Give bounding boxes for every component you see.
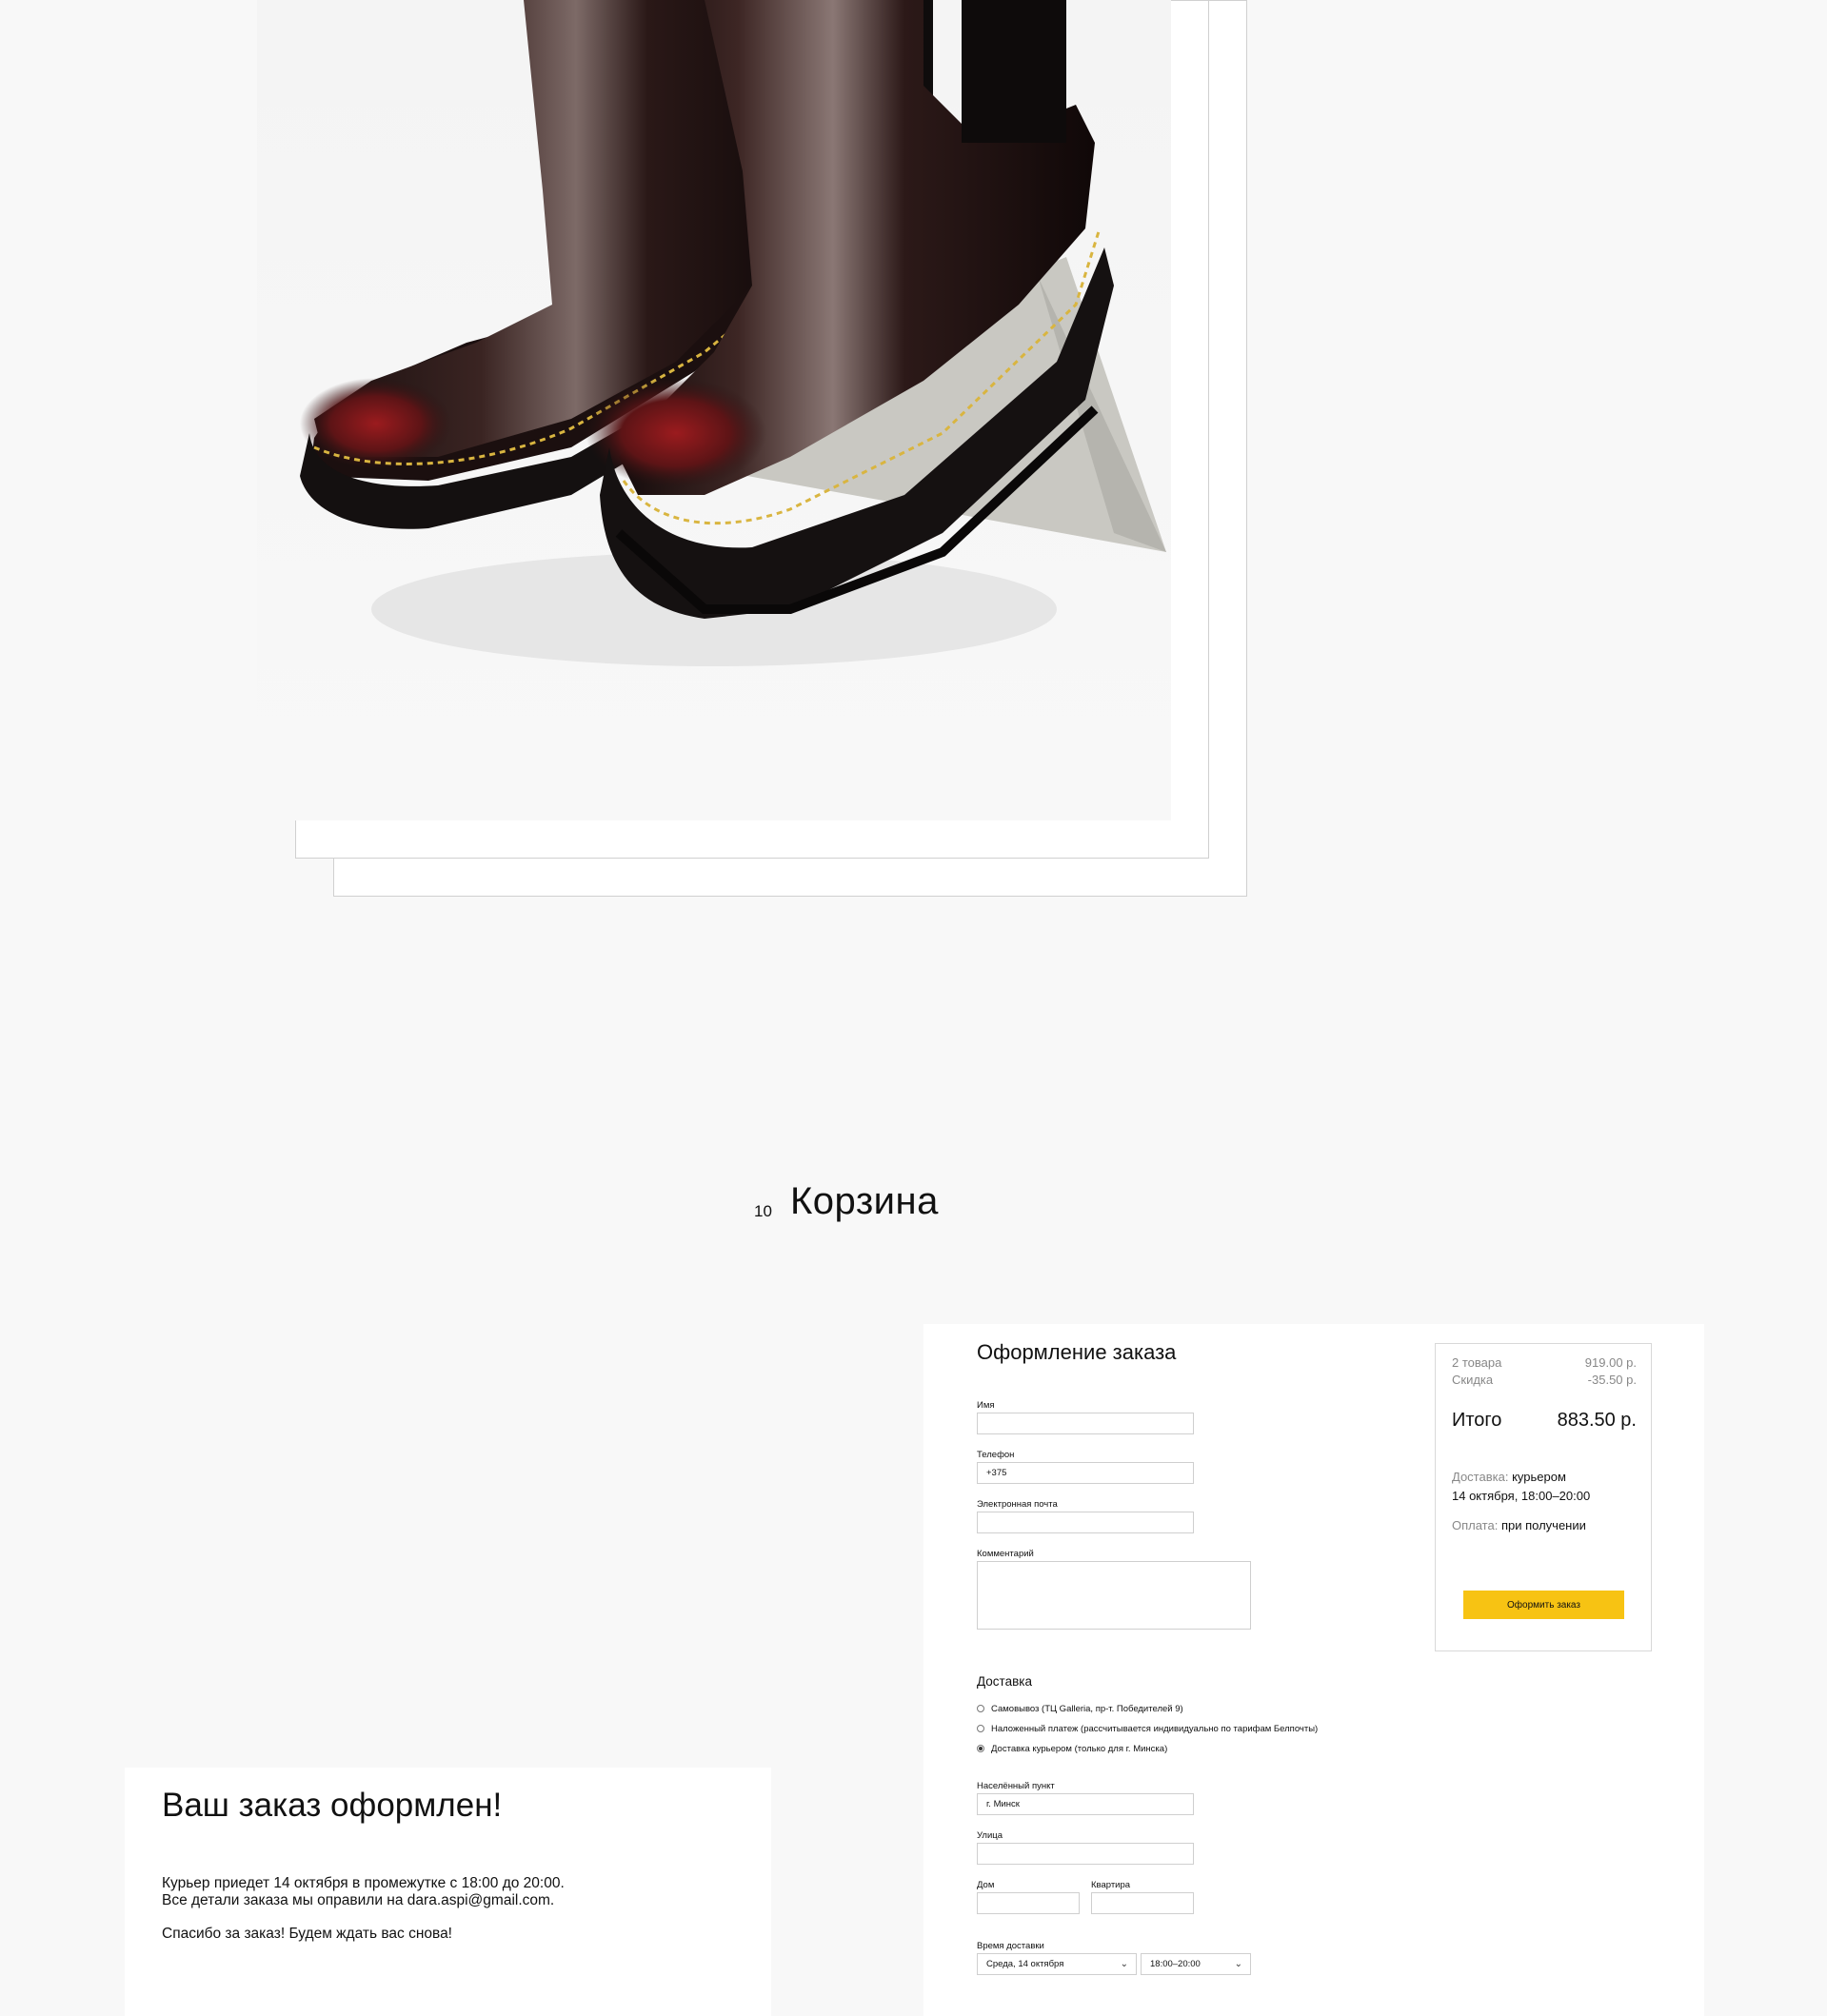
discount-value: -35.50 р. [1587, 1373, 1637, 1387]
house-field[interactable] [977, 1892, 1080, 1914]
radio-button[interactable] [977, 1725, 984, 1732]
checkout-title: Оформление заказа [977, 1340, 1177, 1364]
summary-delivery: Доставка: курьером 14 октября, 18:00–20:… [1452, 1468, 1590, 1506]
street-label: Улица [977, 1830, 1003, 1841]
radio-button[interactable] [977, 1705, 984, 1712]
delivery-date-select[interactable]: Среда, 14 октября ⌄ [977, 1953, 1137, 1975]
apartment-field[interactable] [1091, 1892, 1194, 1914]
delivery-time-select[interactable]: 18:00–20:00 ⌄ [1141, 1953, 1251, 1975]
order-summary: 2 товара 919.00 р. Скидка -35.50 р. Итог… [1435, 1343, 1652, 1651]
items-price: 919.00 р. [1584, 1355, 1637, 1370]
city-label: Населённый пункт [977, 1781, 1055, 1791]
delivery-time-text: 14 октября, 18:00–20:00 [1452, 1489, 1591, 1503]
discount-label: Скидка [1452, 1373, 1494, 1387]
checkout-card: Оформление заказа Имя Телефон +375 Элект… [923, 1324, 1704, 2016]
section-title: Корзина [790, 1180, 939, 1222]
comment-textarea[interactable] [977, 1561, 1251, 1630]
delivery-section-title: Доставка [977, 1674, 1032, 1689]
place-order-button[interactable]: Оформить заказ [1463, 1591, 1624, 1619]
apartment-label: Квартира [1091, 1880, 1131, 1890]
email-field[interactable] [977, 1512, 1194, 1533]
radio-button-selected[interactable] [977, 1745, 984, 1752]
delivery-option-cash-on-delivery[interactable]: Наложенный платеж (рассчитывается индиви… [977, 1722, 1318, 1735]
delivery-option-label: Доставка курьером (только для г. Минска) [991, 1743, 1168, 1754]
delivery-date-value: Среда, 14 октября [986, 1959, 1064, 1969]
section-number: 10 [754, 1202, 772, 1220]
total-value: 883.50 р. [1557, 1410, 1637, 1431]
confirmation-title: Ваш заказ оформлен! [162, 1787, 503, 1824]
summary-total-row: Итого 883.50 р. [1452, 1410, 1637, 1432]
delivery-time-label: Время доставки [977, 1941, 1044, 1951]
items-count: 2 товара [1452, 1355, 1502, 1370]
delivery-value: курьером [1512, 1470, 1566, 1484]
order-confirmation-card: Ваш заказ оформлен! Курьер приедет 14 ок… [125, 1768, 771, 2016]
delivery-option-courier[interactable]: Доставка курьером (только для г. Минска) [977, 1742, 1167, 1755]
delivery-option-pickup[interactable]: Самовывоз (ТЦ Galleria, пр-т. Победителе… [977, 1702, 1183, 1715]
confirmation-courier-text: Курьер приедет 14 октября в промежутке с… [162, 1875, 565, 1891]
payment-value: при получении [1500, 1518, 1586, 1532]
comment-label: Комментарий [977, 1549, 1034, 1559]
phone-label: Телефон [977, 1450, 1015, 1460]
delivery-option-label: Наложенный платеж (рассчитывается индиви… [991, 1723, 1319, 1734]
summary-discount-row: Скидка -35.50 р. [1452, 1373, 1637, 1387]
payment-key: Оплата: [1452, 1518, 1499, 1532]
phone-field[interactable]: +375 [977, 1462, 1194, 1484]
name-label: Имя [977, 1400, 995, 1411]
confirmation-thanks-text: Спасибо за заказ! Будем ждать вас снова! [162, 1926, 452, 1942]
chevron-down-icon: ⌄ [1120, 1959, 1128, 1969]
summary-items-row: 2 товара 919.00 р. [1452, 1355, 1637, 1370]
delivery-time-value: 18:00–20:00 [1150, 1959, 1201, 1969]
name-field[interactable] [977, 1413, 1194, 1434]
city-field[interactable]: г. Минск [977, 1793, 1194, 1815]
street-field[interactable] [977, 1843, 1194, 1865]
delivery-key: Доставка: [1452, 1470, 1509, 1484]
email-label: Электронная почта [977, 1499, 1058, 1510]
total-label: Итого [1452, 1410, 1502, 1431]
summary-payment: Оплата: при получении [1452, 1516, 1586, 1535]
house-label: Дом [977, 1880, 995, 1890]
product-photo [257, 0, 1171, 820]
delivery-option-label: Самовывоз (ТЦ Galleria, пр-т. Победителе… [991, 1703, 1183, 1714]
chevron-down-icon: ⌄ [1234, 1959, 1242, 1969]
confirmation-email-text: Все детали заказа мы оправили на dara.as… [162, 1892, 555, 1908]
